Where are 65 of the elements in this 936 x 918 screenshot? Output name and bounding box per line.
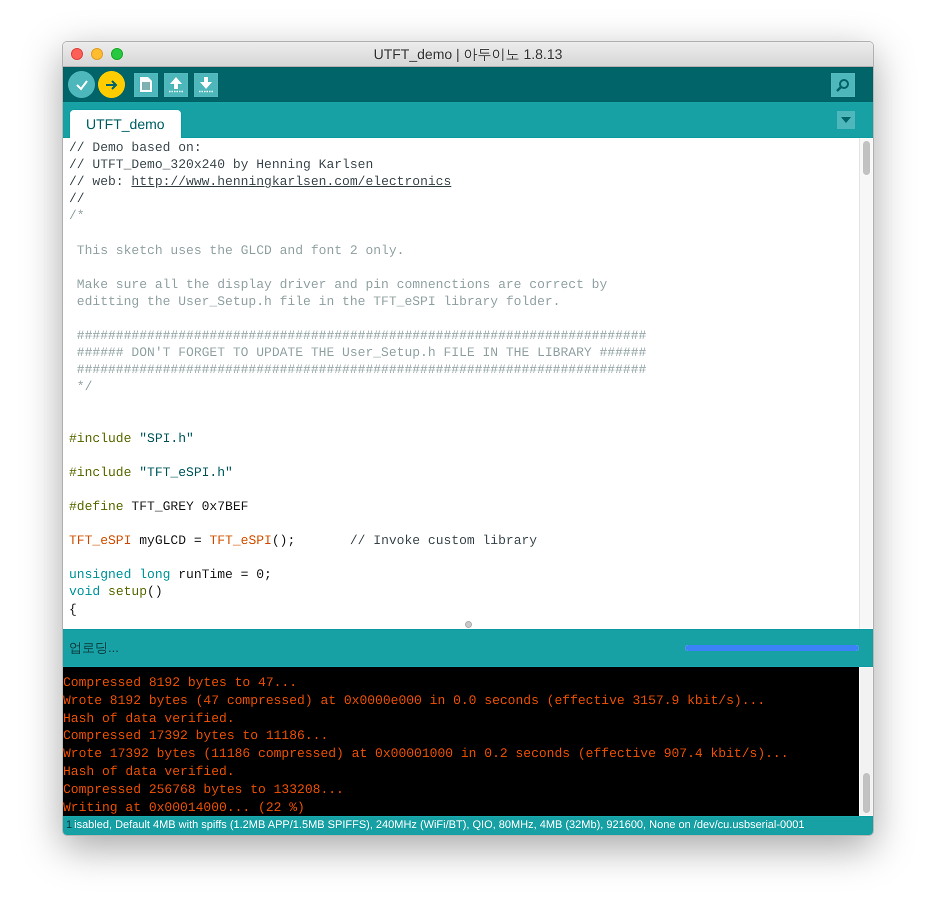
code-token: "TFT_eSPI.h": [138, 464, 233, 480]
upload-arrow-icon: [168, 76, 184, 93]
tab[interactable]: UTFT_demo: [70, 110, 181, 138]
console-line: Hash of data verified.: [63, 710, 235, 728]
code-token: myGLCD =: [138, 533, 203, 548]
code-token: (): [147, 584, 163, 600]
console-line: Wrote 17392 bytes (11186 compressed) at 0x00001000 in 0.2 seconds (effective 907.4 kbit/s)...: [63, 745, 789, 763]
status-message: 업로딩...: [69, 639, 119, 658]
code-token: #########################################################################: [76, 328, 646, 344]
open-button[interactable]: [164, 72, 188, 96]
code-token: // UTFT_Demo_320x240 by Henning Karlsen: [69, 157, 374, 172]
code-token: #define: [69, 498, 124, 514]
console-line: Wrote 8192 bytes (47 compressed) at 0x0000e000 in 0.0 seconds (effective 3157.9 kbit/s)...: [63, 692, 766, 710]
code-token: //: [69, 191, 85, 206]
line-number: 1: [65, 818, 72, 834]
code-token: TFT_eSPI: [209, 533, 272, 548]
code-token: setup: [107, 584, 148, 600]
code-token: #include: [69, 430, 132, 446]
code-token: This sketch uses the GLCD and font 2 only.: [76, 242, 404, 258]
code-token: // web:: [69, 174, 125, 190]
check-icon: [74, 78, 88, 92]
code-token: TFT_GREY 0x7BEF: [130, 498, 248, 514]
code-token: ();: [272, 533, 296, 548]
code-token: // Demo based on:: [69, 140, 202, 155]
code-token: */: [76, 379, 92, 394]
verify-button[interactable]: [68, 71, 95, 98]
magnifier-icon: [835, 78, 851, 92]
code-token: {: [69, 602, 77, 617]
console-line: Hash of data verified.: [63, 762, 235, 781]
tab-menu-button[interactable]: [837, 111, 855, 129]
document-icon: [139, 76, 153, 93]
code-token: ###### DON'T FORGET TO UPDATE THE User_Setup.h FILE IN THE LIBRARY ######: [76, 345, 646, 360]
upload-button[interactable]: [98, 71, 125, 98]
scrollbar-thumb[interactable]: [863, 141, 870, 175]
caret-icon: [841, 117, 851, 123]
console-line: Compressed 8192 bytes to 47...: [63, 674, 298, 692]
zoom-button[interactable]: [111, 48, 123, 60]
code-token: /*: [69, 208, 85, 224]
close-button[interactable]: [71, 48, 83, 60]
code-token: // Invoke custom library: [350, 533, 538, 548]
new-button[interactable]: [134, 72, 158, 96]
splitter-handle[interactable]: [465, 621, 472, 628]
arrow-icon: [104, 78, 118, 90]
serial-monitor-button[interactable]: [831, 72, 855, 96]
console-line: Writing at 0x00014000... (22 %): [63, 798, 305, 816]
code-token: editting the User_Setup.h file in the TFT_eSPI library folder.: [76, 294, 560, 309]
code-token: "SPI.h": [138, 430, 194, 446]
window-title: UTFT_demo | 아두이노 1.8.13: [374, 44, 562, 64]
scrollbar-thumb[interactable]: [862, 773, 870, 813]
code-token: #include: [69, 464, 132, 480]
code-editor[interactable]: [63, 138, 873, 629]
minimize-button[interactable]: [91, 48, 103, 60]
board-info: isabled, Default 4MB with spiffs (1.2MB APP/1.5MB SPIFFS), 240MHz (WiFi/BT), QIO, 80MHz, 4MB (32Mb), 921600, None on /dev/cu.usbserial-0001: [73, 818, 804, 834]
download-arrow-icon: [198, 76, 214, 93]
code-token: long: [138, 567, 170, 582]
code-link[interactable]: http://www.henningkarlsen.com/electronics: [131, 174, 452, 190]
save-button[interactable]: [194, 72, 218, 96]
code-token: void: [69, 584, 100, 600]
code-token: unsigned: [69, 567, 132, 582]
code-token: TFT_eSPI: [69, 533, 132, 548]
console-line: Compressed 256768 bytes to 133208...: [63, 780, 344, 799]
code-token: runTime = 0;: [177, 567, 272, 582]
code-token: Make sure all the display driver and pin comnenctions are correct by: [76, 276, 608, 292]
console-line: Compressed 17392 bytes to 11186...: [63, 727, 328, 746]
code-token: #########################################################################: [76, 362, 646, 378]
